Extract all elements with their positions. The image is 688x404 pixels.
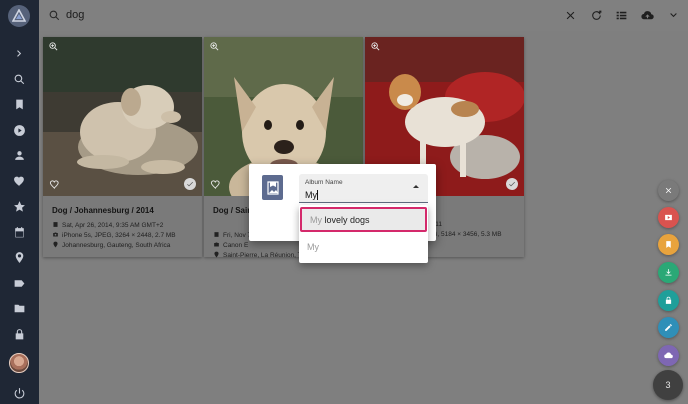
check-icon[interactable] [506, 178, 518, 190]
card-date: Fri, Nov 7 [223, 232, 252, 239]
calendar-icon[interactable] [0, 222, 39, 242]
heart-outline-icon[interactable] [49, 179, 60, 190]
text-caret [317, 190, 318, 200]
label-icon[interactable] [0, 273, 39, 293]
photo-card[interactable]: Dog / Johannesburg / 2014 Sat, Apr 26, 2… [43, 37, 202, 257]
dropdown-arrow-icon[interactable] [413, 185, 419, 188]
power-icon[interactable] [0, 383, 39, 403]
app-logo[interactable] [8, 5, 30, 27]
edit-button[interactable] [658, 317, 679, 338]
chevron-right-icon[interactable] [0, 43, 39, 63]
person-icon[interactable] [0, 145, 39, 165]
album-icon [262, 175, 283, 200]
zoom-icon[interactable] [48, 41, 59, 52]
map-pin-icon[interactable] [0, 247, 39, 267]
bookmark-icon[interactable] [0, 94, 39, 114]
lock-icon[interactable] [0, 324, 39, 344]
play-circle-icon[interactable] [0, 120, 39, 140]
album-name-label: Album Name [305, 179, 343, 186]
star-icon[interactable] [0, 196, 39, 216]
card-camera: iPhone 5s, JPEG, 3264 × 2448, 2.7 MB [62, 232, 176, 239]
album-name-input[interactable]: My [305, 190, 317, 200]
album-suggestions-menu: My lovely dogs My [299, 205, 428, 263]
view-list-icon[interactable] [614, 8, 629, 23]
cloud-upload-icon[interactable] [640, 8, 655, 23]
zoom-icon[interactable] [209, 41, 220, 52]
sidebar [0, 0, 39, 404]
share-video-button[interactable] [658, 207, 679, 228]
search-toolbar: dog [39, 0, 688, 31]
search-input[interactable]: dog [66, 9, 84, 21]
zoom-icon[interactable] [370, 41, 381, 52]
selection-count-button[interactable]: 3 [653, 370, 683, 400]
calendar-icon [53, 222, 58, 227]
close-clipboard-button[interactable] [658, 180, 679, 201]
camera-icon [53, 232, 58, 237]
add-to-album-button[interactable] [658, 234, 679, 255]
private-lock-button[interactable] [658, 290, 679, 311]
card-title[interactable]: Dog / Johannesburg / 2014 [52, 206, 154, 215]
album-name-field[interactable]: Album Name My [299, 174, 428, 203]
heart-outline-icon[interactable] [210, 179, 221, 190]
check-icon[interactable] [184, 178, 196, 190]
map-pin-icon [214, 251, 219, 258]
card-camera: EG, 5184 × 3456, 5.3 MB [428, 231, 502, 238]
folder-icon[interactable] [0, 298, 39, 318]
card-location: Saint-Pierre, La Réunion, T [223, 252, 302, 259]
close-icon[interactable] [563, 8, 578, 23]
avatar[interactable] [9, 353, 29, 373]
map-pin-icon [53, 241, 58, 248]
camera-icon [214, 242, 219, 247]
card-camera: Canon E [223, 242, 249, 249]
download-button[interactable] [658, 262, 679, 283]
refresh-icon[interactable] [589, 8, 604, 23]
card-title[interactable]: Dog / Sain [213, 206, 252, 215]
heart-icon[interactable] [0, 171, 39, 191]
photo-thumbnail[interactable] [43, 37, 202, 196]
calendar-icon [214, 232, 219, 237]
chevron-down-icon[interactable] [666, 8, 681, 23]
card-location: Johannesburg, Gauteng, South Africa [62, 242, 171, 249]
suggestion-item[interactable]: My [299, 234, 428, 259]
card-date: Sat, Apr 26, 2014, 9:35 AM GMT+2 [62, 222, 164, 229]
cloud-upload-button[interactable] [658, 345, 679, 366]
search-icon [49, 10, 60, 21]
search-icon[interactable] [0, 69, 39, 89]
suggestion-item[interactable]: My lovely dogs [300, 207, 427, 232]
